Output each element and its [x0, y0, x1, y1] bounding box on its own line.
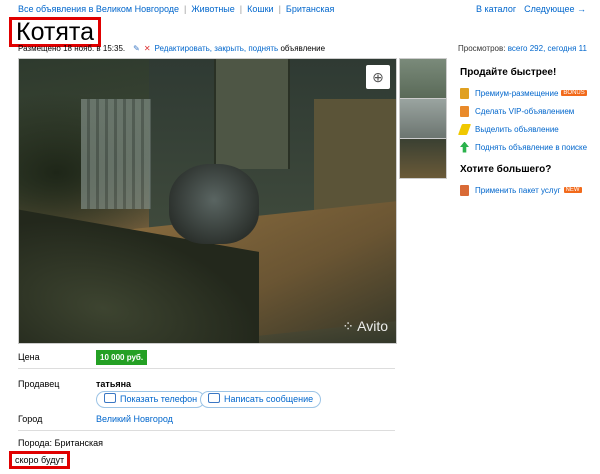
package-label: Применить пакет услуг	[475, 185, 561, 195]
breed-text: Порода: Британская	[18, 438, 103, 448]
package-icon	[460, 184, 469, 196]
show-phone-button[interactable]: Показать телефон	[96, 391, 206, 408]
price-label: Цена	[18, 352, 40, 362]
divider	[18, 368, 395, 369]
premium-placement-link[interactable]: Премиум-размещение BONUS	[460, 84, 595, 102]
breadcrumb-item-all[interactable]: Все объявления в Великом Новгороде	[18, 4, 179, 14]
breadcrumb-item-animals[interactable]: Животные	[191, 4, 234, 14]
highlight-ad-link[interactable]: Выделить объявление	[457, 120, 595, 138]
views-counter: Просмотров: всего 292, сегодня 11	[458, 44, 587, 53]
breadcrumb-item-cats[interactable]: Кошки	[247, 4, 273, 14]
bonus-badge: BONUS	[561, 90, 587, 96]
breadcrumb-separator: |	[239, 4, 243, 14]
make-vip-link[interactable]: Сделать VIP-объявлением	[460, 102, 595, 120]
edit-ad-link[interactable]: Редактировать, закрыть, поднять	[155, 44, 279, 53]
up-arrow-icon	[460, 141, 469, 153]
apply-package-link[interactable]: Применить пакет услуг NEW	[460, 181, 595, 199]
photo-thumbnail[interactable]	[399, 58, 447, 99]
photo-thumbnail[interactable]	[399, 138, 447, 179]
phone-icon	[104, 393, 116, 403]
divider	[18, 430, 395, 431]
write-message-button[interactable]: Написать сообщение	[200, 391, 322, 408]
new-badge: NEW	[563, 187, 582, 193]
magnifier-plus-icon[interactable]: ⊕	[366, 65, 390, 89]
vip-label: Сделать VIP-объявлением	[475, 106, 575, 116]
seller-label: Продавец	[18, 379, 60, 389]
photo-cat	[169, 164, 259, 244]
description-text: скоро будут	[9, 451, 71, 469]
posted-date: Размещено 18 нояб. в 15:35.	[18, 44, 126, 53]
avito-logo-icon: ⁘	[342, 318, 358, 334]
breadcrumb-separator: |	[184, 4, 187, 14]
premium-icon	[460, 87, 469, 99]
main-photo[interactable]: ⊕ ⁘ Avito	[18, 58, 397, 344]
pencil-icon: ✎	[133, 44, 140, 53]
photo-thumbnail[interactable]	[399, 98, 447, 139]
photo-watermark: ⁘ Avito	[342, 318, 388, 335]
breadcrumb-item-british[interactable]: Британская	[286, 4, 334, 14]
message-icon	[208, 393, 220, 403]
show-phone-label: Показать телефон	[120, 394, 198, 404]
raise-ad-link[interactable]: Поднять объявление в поиске	[460, 138, 595, 156]
city-value[interactable]: Великий Новгород	[96, 414, 173, 424]
photo-radiator	[81, 99, 151, 209]
breadcrumb: Все объявления в Великом Новгороде | Живот…	[18, 4, 334, 14]
highlight-label: Выделить объявление	[475, 124, 559, 134]
photo-door	[214, 59, 290, 169]
premium-label: Премиум-размещение	[475, 88, 559, 98]
views-value[interactable]: всего 292, сегодня 11	[508, 44, 587, 53]
catalog-link[interactable]: В каталог	[476, 4, 516, 14]
watermark-text: Avito	[357, 318, 388, 334]
city-label: Город	[18, 414, 43, 424]
raise-label: Поднять объявление в поиске	[475, 142, 588, 152]
edit-ad-suffix: объявление	[280, 44, 326, 53]
page-title: Котята	[9, 17, 101, 47]
write-message-label: Написать сообщение	[224, 394, 314, 404]
want-more-heading: Хотите большего?	[460, 164, 552, 175]
close-icon: ✕	[143, 44, 151, 53]
vip-icon	[460, 105, 469, 117]
price-value: 10 000 руб.	[96, 350, 148, 365]
views-label: Просмотров:	[458, 44, 506, 53]
seller-name: татьяна	[96, 379, 132, 389]
highlight-icon	[457, 123, 472, 135]
next-ad-link[interactable]: Следующее →	[524, 4, 586, 14]
photo-cabinet	[314, 99, 396, 219]
promote-sidebar: Продайте быстрее! Премиум-размещение BONU…	[457, 67, 595, 199]
top-navigation: В каталог Следующее →	[468, 4, 586, 14]
sell-faster-heading: Продайте быстрее!	[460, 67, 557, 78]
breadcrumb-separator: |	[278, 4, 281, 14]
ad-meta: Размещено 18 нояб. в 15:35. ✎ ✕ Редактирова…	[18, 44, 325, 53]
